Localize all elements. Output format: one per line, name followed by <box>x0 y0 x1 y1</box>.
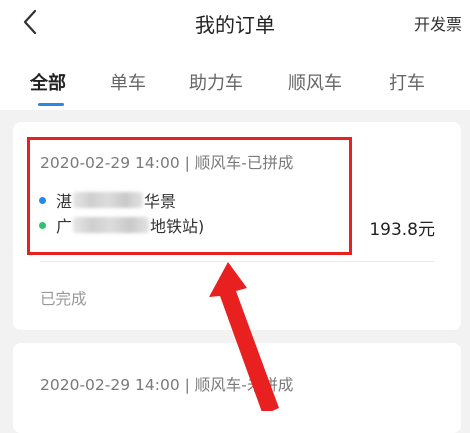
tab-ebike[interactable]: 助力车 <box>189 69 243 95</box>
top-bar: 我的订单 开发票 全部 单车 助力车 顺风车 打车 <box>0 0 470 110</box>
destination-dot-icon <box>39 221 46 229</box>
destination-row: 广 地铁站) <box>39 213 204 237</box>
origin-row: 湛 华景 <box>39 188 176 212</box>
tab-bike[interactable]: 单车 <box>110 69 146 95</box>
order-card[interactable]: 2020-02-29 14:00 | 顺风车-已拼成 湛 华景 广 地铁站) 1… <box>13 122 461 330</box>
origin-text-end: 华景 <box>144 192 177 211</box>
invoice-button[interactable]: 开发票 <box>414 11 462 35</box>
active-tab-indicator <box>38 103 64 106</box>
order-price: 193.8元 <box>369 220 435 240</box>
order-meta: 2020-02-29 14:00 | 顺风车-未拼成 <box>40 376 294 394</box>
redacted-text <box>73 192 144 208</box>
tab-all[interactable]: 全部 <box>30 69 66 95</box>
order-card[interactable]: 2020-02-29 14:00 | 顺风车-未拼成 <box>13 343 461 433</box>
origin-text-start: 湛 <box>56 192 73 211</box>
origin-dot-icon <box>39 196 46 204</box>
destination-text-start: 广 <box>56 217 73 236</box>
destination-text-end: 地铁站) <box>150 217 205 236</box>
divider <box>40 261 435 262</box>
tab-carpool[interactable]: 顺风车 <box>288 69 342 95</box>
order-status: 已完成 <box>40 290 87 308</box>
page-title: 我的订单 <box>195 13 275 37</box>
tab-taxi[interactable]: 打车 <box>389 69 425 95</box>
order-meta: 2020-02-29 14:00 | 顺风车-已拼成 <box>40 154 294 172</box>
redacted-text <box>73 217 150 233</box>
